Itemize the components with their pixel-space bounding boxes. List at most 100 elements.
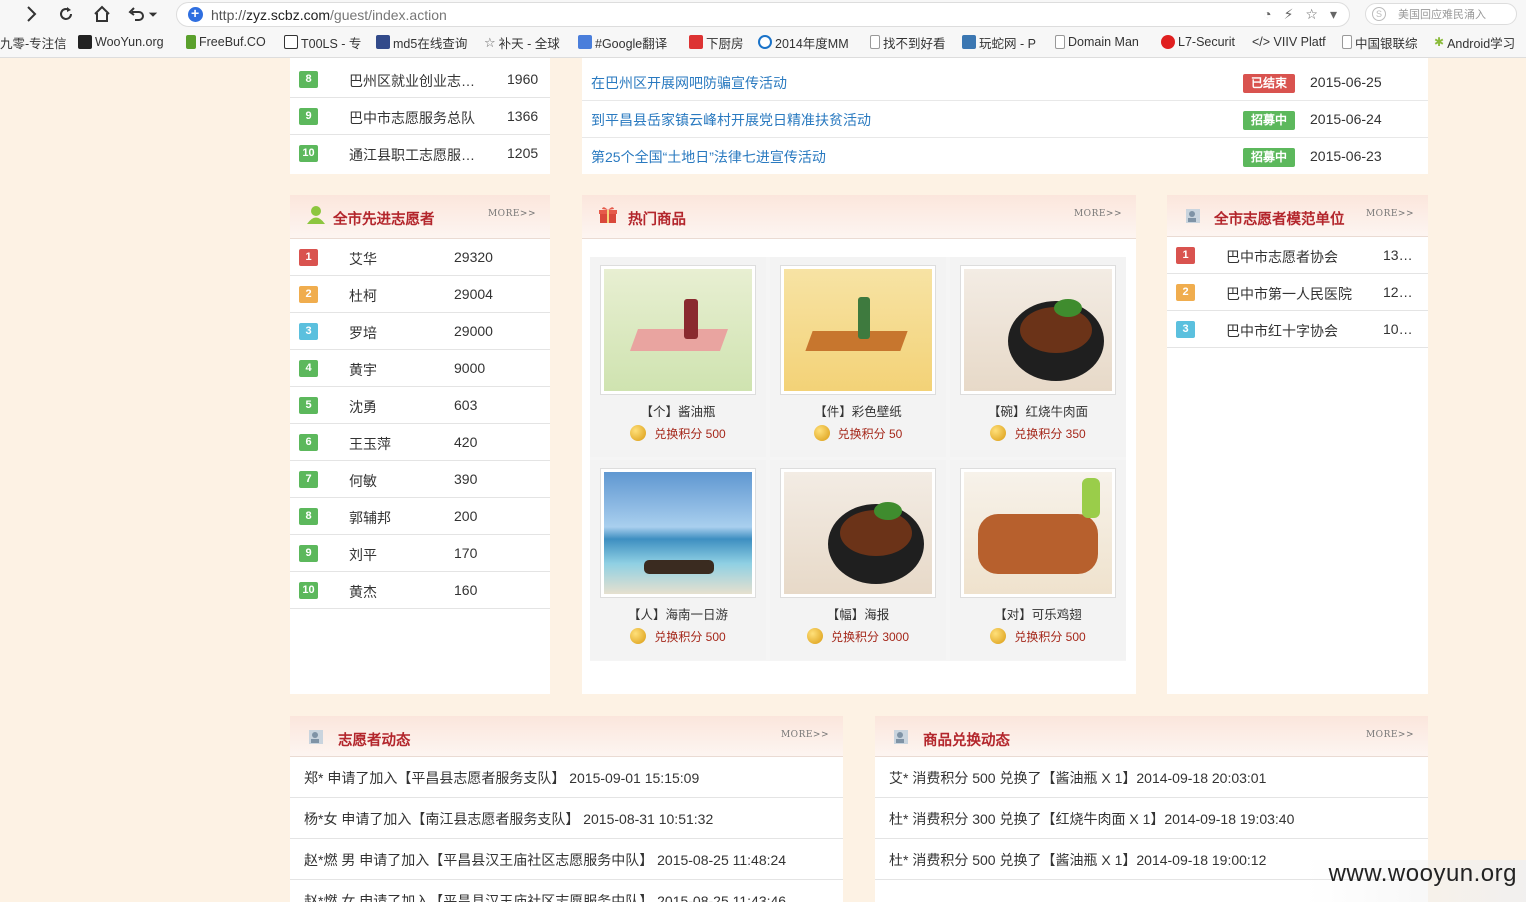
lightning-icon[interactable]: ⚡ bbox=[1284, 6, 1294, 23]
feed-item[interactable]: 艾* 消费积分 500 兑换了【酱油瓶 X 1】2014-09-18 20:03… bbox=[875, 757, 1428, 798]
list-item[interactable]: 4 黄宇 9000 bbox=[290, 350, 550, 387]
list-item[interactable]: 6 王玉萍 420 bbox=[290, 424, 550, 461]
activity-row[interactable]: 第25个全国“土地日”法律七进宣传活动 招募中 2015-06-23 bbox=[582, 138, 1428, 175]
list-item[interactable]: 7 何敏 390 bbox=[290, 461, 550, 498]
goods-item[interactable]: 【幅】海报 兑换积分 3000 bbox=[770, 460, 946, 660]
coin-icon bbox=[630, 425, 647, 441]
rank-name[interactable]: 通江县职工志愿服… bbox=[349, 145, 479, 165]
bookmark-item[interactable]: 找不到好看 bbox=[870, 33, 946, 51]
goods-item[interactable]: 【人】海南一日游 兑换积分 500 bbox=[590, 460, 766, 660]
list-item[interactable]: 1 巴中市志愿者协会 13… bbox=[1167, 237, 1428, 274]
feed-item[interactable]: 赵*燃 男 申请了加入【平昌县汉王庙社区志愿服务中队】 2015-08-25 1… bbox=[290, 839, 843, 880]
activity-list-panel: 在巴州区开展网吧防骗宣传活动 已结束 2015-06-25 到平昌县岳家镇云峰村… bbox=[582, 58, 1428, 174]
forward-icon[interactable] bbox=[20, 3, 42, 25]
bookmark-item[interactable]: ☆ 补天 - 全球 bbox=[484, 33, 560, 51]
goods-image[interactable] bbox=[780, 468, 936, 598]
speed-icon[interactable]: ◔ bbox=[1263, 6, 1271, 23]
list-item[interactable]: 8 郭辅邦 200 bbox=[290, 498, 550, 535]
rank-value: 160 bbox=[454, 582, 478, 598]
bookmark-item[interactable]: 玩蛇网 - P bbox=[962, 33, 1036, 51]
list-item[interactable]: 10 通江县职工志愿服… 1205 bbox=[290, 135, 550, 172]
rank-name[interactable]: 巴中市志愿者协会 bbox=[1226, 247, 1356, 267]
goods-item[interactable]: 【个】酱油瓶 兑换积分 500 bbox=[590, 257, 766, 457]
goods-name[interactable]: 【对】可乐鸡翅 bbox=[950, 604, 1126, 623]
rank-value: 603 bbox=[454, 397, 478, 413]
activity-row[interactable]: 在巴州区开展网吧防骗宣传活动 已结束 2015-06-25 bbox=[582, 64, 1428, 101]
rank-badge: 1 bbox=[299, 249, 318, 266]
goods-item[interactable]: 【对】可乐鸡翅 兑换积分 500 bbox=[950, 460, 1126, 660]
bookmark-item[interactable]: WooYun.org bbox=[78, 33, 164, 51]
goods-image[interactable] bbox=[600, 468, 756, 598]
list-item[interactable]: 5 沈勇 603 bbox=[290, 387, 550, 424]
bookmark-item[interactable]: Domain Man bbox=[1055, 33, 1139, 51]
activity-row[interactable]: 到平昌县岳家镇云峰村开展党日精准扶贫活动 招募中 2015-06-24 bbox=[582, 101, 1428, 138]
coin-icon bbox=[806, 628, 823, 644]
list-item[interactable]: 10 黄杰 160 bbox=[290, 572, 550, 609]
list-item[interactable]: 8 巴州区就业创业志… 1960 bbox=[290, 61, 550, 98]
goods-grid: 【个】酱油瓶 兑换积分 500 【件】彩色壁纸 兑换积分 50 【碗】红烧牛肉面… bbox=[590, 257, 1126, 661]
list-item[interactable]: 3 巴中市红十字协会 10… bbox=[1167, 311, 1428, 348]
more-link[interactable]: MORE>> bbox=[1366, 209, 1414, 219]
panel-header: 全市志愿者模范单位 MORE>> bbox=[1167, 195, 1428, 237]
bookmark-item[interactable]: 2014年度MM bbox=[758, 33, 849, 51]
activity-title-link[interactable]: 第25个全国“土地日”法律七进宣传活动 bbox=[591, 147, 826, 167]
goods-name[interactable]: 【人】海南一日游 bbox=[590, 604, 766, 623]
bookmark-item[interactable]: #Google翻译 bbox=[578, 33, 667, 51]
goods-name[interactable]: 【件】彩色壁纸 bbox=[770, 401, 946, 420]
list-item[interactable]: 2 杜柯 29004 bbox=[290, 276, 550, 313]
rank-value: 170 bbox=[454, 545, 478, 561]
rank-name[interactable]: 巴中市红十字协会 bbox=[1226, 321, 1356, 341]
reload-icon[interactable] bbox=[55, 3, 77, 25]
bookmark-item[interactable]: ✱ Android学习 bbox=[1434, 33, 1515, 51]
more-link[interactable]: MORE>> bbox=[488, 209, 536, 219]
activity-title-link[interactable]: 到平昌县岳家镇云峰村开展党日精准扶贫活动 bbox=[591, 110, 871, 130]
bookmark-item[interactable]: md5在线查询 bbox=[376, 33, 467, 51]
feed-item[interactable]: 郑* 申请了加入【平昌县志愿者服务支队】 2015-09-01 15:15:09 bbox=[290, 757, 843, 798]
feed-item[interactable]: 杨*女 申请了加入【南江县志愿者服务支队】 2015-08-31 10:51:3… bbox=[290, 798, 843, 839]
more-link[interactable]: MORE>> bbox=[1074, 209, 1122, 219]
more-link[interactable]: MORE>> bbox=[781, 730, 829, 740]
feed-item[interactable]: 杜* 消费积分 300 兑换了【红烧牛肉面 X 1】2014-09-18 19:… bbox=[875, 798, 1428, 839]
list-item[interactable]: 3 罗培 29000 bbox=[290, 313, 550, 350]
goods-name[interactable]: 【幅】海报 bbox=[770, 604, 946, 623]
address-dropdown-icon[interactable]: ▾ bbox=[1330, 6, 1337, 23]
more-link[interactable]: MORE>> bbox=[1366, 730, 1414, 740]
search-box[interactable]: S 美国回应难民涌入 bbox=[1365, 3, 1517, 25]
goods-name[interactable]: 【个】酱油瓶 bbox=[590, 401, 766, 420]
goods-image[interactable] bbox=[780, 265, 936, 395]
list-item[interactable]: 9 巴中市志愿服务总队 1366 bbox=[290, 98, 550, 135]
list-item[interactable]: 9 刘平 170 bbox=[290, 535, 550, 572]
goods-item[interactable]: 【件】彩色壁纸 兑换积分 50 bbox=[770, 257, 946, 457]
bookmark-item[interactable]: T00LS - 专 bbox=[284, 33, 361, 51]
bookmark-item[interactable]: FreeBuf.CO bbox=[186, 33, 266, 51]
rank-name[interactable]: 巴中市第一人民医院 bbox=[1226, 284, 1356, 304]
bookmark-item[interactable]: 下厨房 bbox=[689, 33, 744, 51]
rank-name[interactable]: 巴州区就业创业志… bbox=[349, 71, 479, 91]
md5-icon bbox=[376, 35, 390, 49]
wooyun-icon bbox=[78, 35, 92, 49]
bookmark-item[interactable]: 九零-专注信 bbox=[0, 33, 67, 51]
goods-image[interactable] bbox=[960, 468, 1116, 598]
goods-image[interactable] bbox=[600, 265, 756, 395]
list-item[interactable]: 2 巴中市第一人民医院 12… bbox=[1167, 274, 1428, 311]
home-icon[interactable] bbox=[91, 3, 113, 25]
rank-name[interactable]: 巴中市志愿服务总队 bbox=[349, 108, 479, 128]
undo-icon[interactable] bbox=[126, 3, 148, 25]
rank-badge: 9 bbox=[299, 108, 318, 125]
goods-item[interactable]: 【碗】红烧牛肉面 兑换积分 350 bbox=[950, 257, 1126, 457]
bookmark-item[interactable]: 中国银联综 bbox=[1342, 33, 1418, 51]
list-item[interactable]: 1 艾华 29320 bbox=[290, 239, 550, 276]
panel-title: 全市志愿者模范单位 bbox=[1214, 211, 1345, 228]
bookmark-item[interactable]: L7-Securit bbox=[1161, 33, 1235, 51]
rank-badge: 1 bbox=[1176, 247, 1195, 264]
undo-dropdown-icon[interactable] bbox=[146, 3, 160, 25]
goods-image[interactable] bbox=[960, 265, 1116, 395]
goods-name[interactable]: 【碗】红烧牛肉面 bbox=[950, 401, 1126, 420]
bookmark-item[interactable]: </> VIIV Platf bbox=[1252, 33, 1326, 51]
address-bar[interactable]: http:// zyz.scbz.com /guest/index.action… bbox=[176, 2, 1350, 27]
feed-item[interactable]: 赵*燃 女 申请了加入【平昌县汉王庙社区志愿服务中队】 2015-08-25 1… bbox=[290, 880, 843, 902]
site-info-icon[interactable] bbox=[188, 5, 203, 22]
activity-title-link[interactable]: 在巴州区开展网吧防骗宣传活动 bbox=[591, 73, 787, 93]
building-icon bbox=[1186, 209, 1200, 223]
star-icon[interactable]: ☆ bbox=[1305, 6, 1318, 23]
